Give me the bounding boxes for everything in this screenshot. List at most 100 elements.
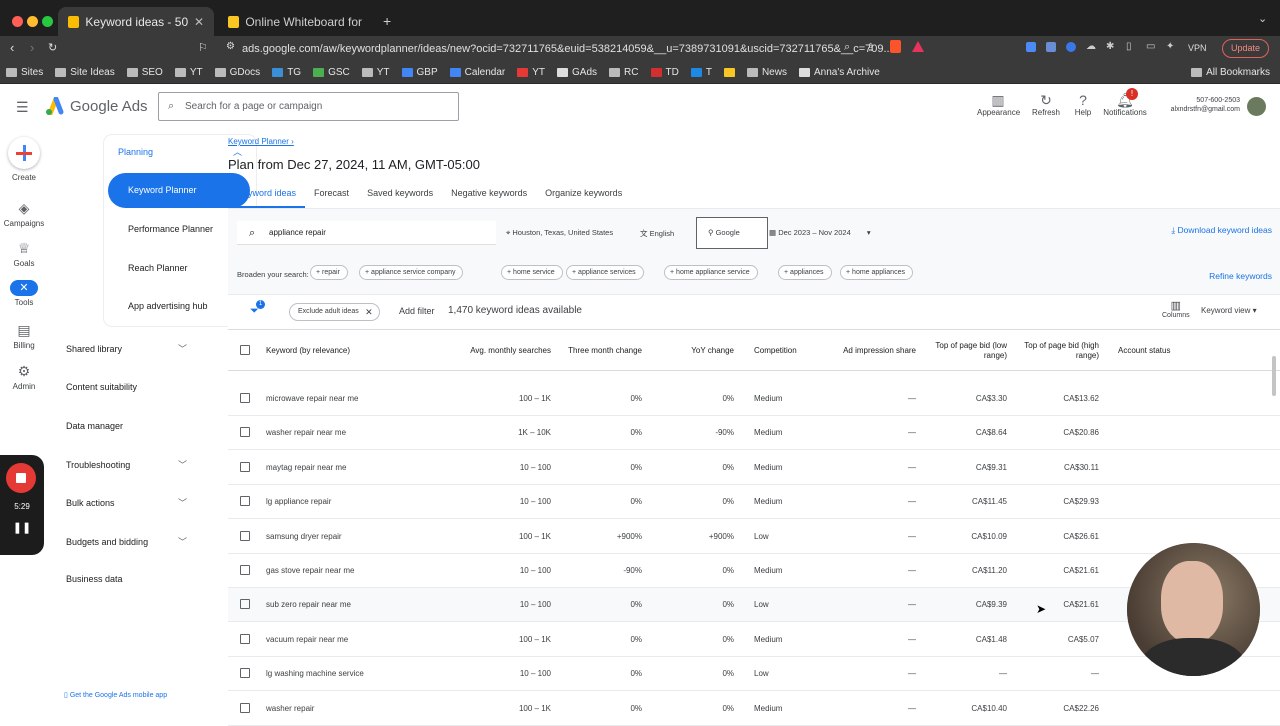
row-checkbox[interactable] (240, 427, 250, 438)
planning-header[interactable]: Planning (118, 147, 153, 157)
broaden-chip[interactable]: + appliance services (566, 265, 644, 280)
col-bid-high[interactable]: Top of page bid (high range) (1018, 330, 1099, 372)
table-row[interactable]: lg appliance repair 10 – 100 0% 0% Medium — CA… (228, 485, 1280, 520)
bookmark-item[interactable]: RC (609, 67, 639, 78)
share-icon[interactable]: ⇪ (866, 41, 875, 54)
brave-shields-icon[interactable] (890, 40, 901, 53)
columns-button[interactable]: ▥ Columns (1162, 299, 1190, 319)
col-three-month-change[interactable]: Three month change (561, 330, 642, 372)
keyword-cell[interactable]: maytag repair near me (266, 451, 346, 485)
refresh-button[interactable]: ↻ Refresh (1028, 92, 1064, 117)
table-row[interactable]: vacuum repair near me 100 – 1K 0% 0% Medium —… (228, 622, 1280, 657)
sidebar-item-reach-planner[interactable]: Reach Planner (128, 263, 188, 273)
bookmark-item[interactable]: GBP (401, 67, 438, 78)
sidebar-item-performance-planner[interactable]: Performance Planner (128, 224, 213, 234)
help-button[interactable]: ? Help (1070, 92, 1096, 117)
network-selector[interactable]: ⚲ Google (696, 217, 768, 249)
close-tab-icon[interactable]: ✕ (194, 15, 204, 29)
page-search-input[interactable]: ⌕ Search for a page or campaign (158, 92, 459, 121)
appearance-button[interactable]: ▥ Appearance (977, 92, 1020, 117)
row-checkbox[interactable] (240, 496, 250, 507)
table-row[interactable]: washer repair 100 – 1K 0% 0% Medium — CA$10.40… (228, 691, 1280, 726)
rail-billing[interactable]: ▤ Billing (0, 322, 48, 350)
tab-organize-keywords[interactable]: Organize keywords (536, 188, 631, 208)
keyword-cell[interactable]: gas stove repair near me (266, 554, 355, 588)
account-info[interactable]: 507-600-2503 alxndrstfn@gmail.com (1158, 96, 1240, 114)
bookmark-item[interactable]: Anna's Archive (798, 67, 880, 78)
maximize-window-icon[interactable] (42, 16, 53, 27)
reload-icon[interactable]: ↻ (48, 41, 57, 54)
bookmark-page-icon[interactable]: ⚐ (198, 41, 208, 54)
tab-search-icon[interactable]: ⌄ (1258, 12, 1267, 25)
url-input[interactable]: ads.google.com/aw/keywordplanner/ideas/n… (222, 39, 932, 59)
row-checkbox[interactable] (240, 599, 250, 610)
sidebar-item-data-manager[interactable]: Data manager (66, 421, 123, 431)
keyword-cell[interactable]: samsung dryer repair (266, 520, 342, 554)
tab-saved-keywords[interactable]: Saved keywords (358, 188, 442, 208)
remove-filter-icon[interactable]: ✕ (365, 304, 373, 320)
hamburger-menu-icon[interactable]: ☰ (16, 99, 29, 116)
broaden-chip[interactable]: + appliances (778, 265, 832, 280)
col-competition[interactable]: Competition (754, 330, 834, 372)
pause-recording-button[interactable]: ❚❚ (0, 521, 44, 534)
chevron-down-icon[interactable]: ﹀ (178, 496, 187, 509)
table-scrollbar[interactable] (1272, 356, 1276, 396)
keyword-view-dropdown[interactable]: Keyword view ▾ (1201, 306, 1257, 315)
row-checkbox[interactable] (240, 668, 250, 679)
sidebar-item-business-data[interactable]: Business data (66, 574, 123, 584)
stop-recording-button[interactable] (6, 463, 36, 493)
broaden-chip[interactable]: + home appliance service (664, 265, 758, 280)
extension-icon[interactable] (1066, 42, 1076, 52)
rail-tools[interactable]: ✕ Tools (0, 280, 48, 307)
bookmark-item[interactable]: T (690, 67, 712, 78)
extensions-puzzle-icon[interactable]: ✱ (1106, 41, 1114, 52)
bookmark-item[interactable] (723, 68, 735, 77)
table-row[interactable]: lg washing machine service 10 – 100 0% 0% Lo… (228, 657, 1280, 692)
breadcrumb[interactable]: Keyword Planner › (228, 137, 294, 146)
rail-goals[interactable]: ♕ Goals (0, 240, 48, 268)
bookmark-item[interactable]: YT (517, 67, 545, 78)
broaden-chip[interactable]: + appliance service company (359, 265, 464, 280)
bookmark-item[interactable]: Site Ideas (55, 67, 115, 78)
broaden-chip[interactable]: + repair (310, 265, 348, 280)
mobile-app-link[interactable]: ▯ Get the Google Ads mobile app (64, 691, 167, 699)
bookmark-item[interactable]: Calendar (449, 67, 505, 78)
sidebar-item-content-suitability[interactable]: Content suitability (66, 382, 137, 392)
bookmark-item[interactable]: YT (174, 67, 203, 78)
avatar[interactable] (1247, 97, 1266, 116)
table-row[interactable]: microwave repair near me 100 – 1K 0% 0% Medi… (228, 382, 1280, 416)
keyword-cell[interactable]: sub zero repair near me (266, 588, 351, 622)
refine-keywords-button[interactable]: Refine keywords (1209, 271, 1272, 281)
table-row[interactable]: washer repair near me 1K – 10K 0% -90% Mediu… (228, 416, 1280, 451)
minimize-window-icon[interactable] (27, 16, 38, 27)
update-button[interactable]: Update (1222, 39, 1270, 58)
table-row[interactable]: maytag repair near me 10 – 100 0% 0% Medium —… (228, 450, 1280, 485)
browser-tab-whiteboard[interactable]: Online Whiteboard for Realtime C (218, 7, 376, 36)
bookmark-item[interactable]: Sites (6, 67, 43, 78)
bookmark-item[interactable]: YT (361, 67, 390, 78)
row-checkbox[interactable] (240, 702, 250, 713)
tab-keyword-ideas[interactable]: Keyword ideas (228, 188, 306, 208)
all-bookmarks-button[interactable]: All Bookmarks (1191, 67, 1270, 78)
tab-forecast[interactable]: Forecast (305, 188, 358, 208)
table-row[interactable]: samsung dryer repair 100 – 1K +900% +900% Lo… (228, 519, 1280, 554)
site-info-icon[interactable]: ⚙ (226, 41, 235, 52)
col-avg-monthly-searches[interactable]: Avg. monthly searches (438, 330, 551, 372)
broaden-chip[interactable]: + home appliances (840, 265, 913, 280)
col-yoy-change[interactable]: YoY change (653, 330, 734, 372)
bookmark-item[interactable]: TD (650, 67, 679, 78)
create-button[interactable]: Create (0, 137, 48, 182)
col-account-status[interactable]: Account status (1118, 330, 1218, 372)
bookmark-item[interactable]: TG (272, 67, 301, 78)
keyword-search-input[interactable]: ⌕ appliance repair (237, 221, 496, 245)
bookmark-item[interactable]: SEO (126, 67, 163, 78)
col-bid-low[interactable]: Top of page bid (low range) (928, 330, 1007, 372)
translate-extension-icon[interactable] (1046, 42, 1056, 52)
new-tab-icon[interactable]: + (383, 13, 391, 29)
broaden-chip[interactable]: + home service (501, 265, 563, 280)
vpn-button[interactable]: VPN (1188, 43, 1207, 53)
keyword-cell[interactable]: lg washing machine service (266, 657, 364, 691)
sidebar-toggle-icon[interactable]: ▯ (1126, 41, 1132, 52)
tab-negative-keywords[interactable]: Negative keywords (442, 188, 536, 208)
keyword-cell[interactable]: washer repair near me (266, 416, 346, 450)
